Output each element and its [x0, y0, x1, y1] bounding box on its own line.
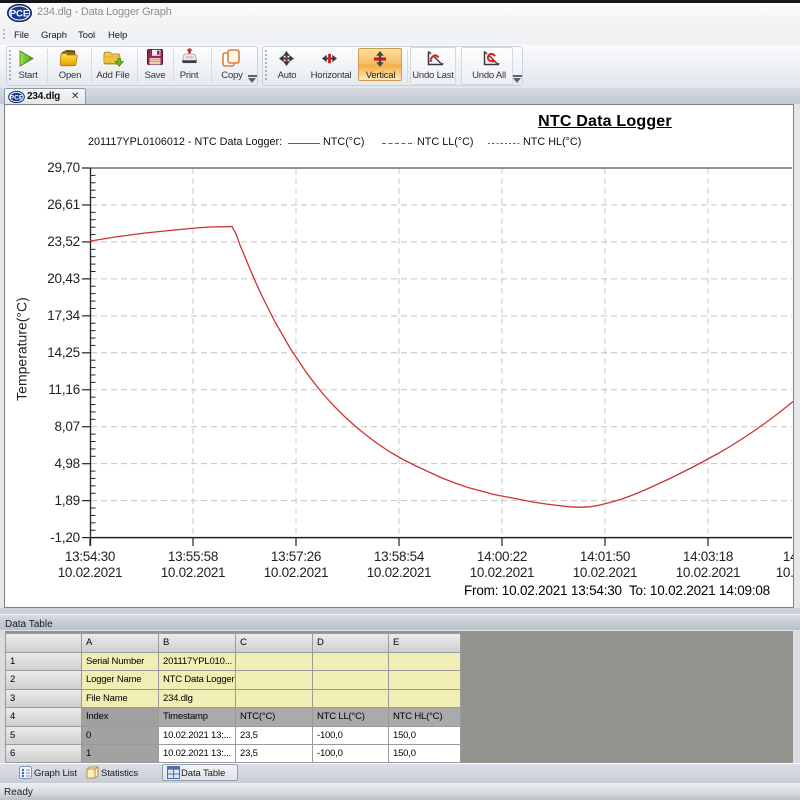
svg-text:PCE: PCE [10, 95, 24, 102]
svg-text:PCE: PCE [10, 8, 30, 19]
